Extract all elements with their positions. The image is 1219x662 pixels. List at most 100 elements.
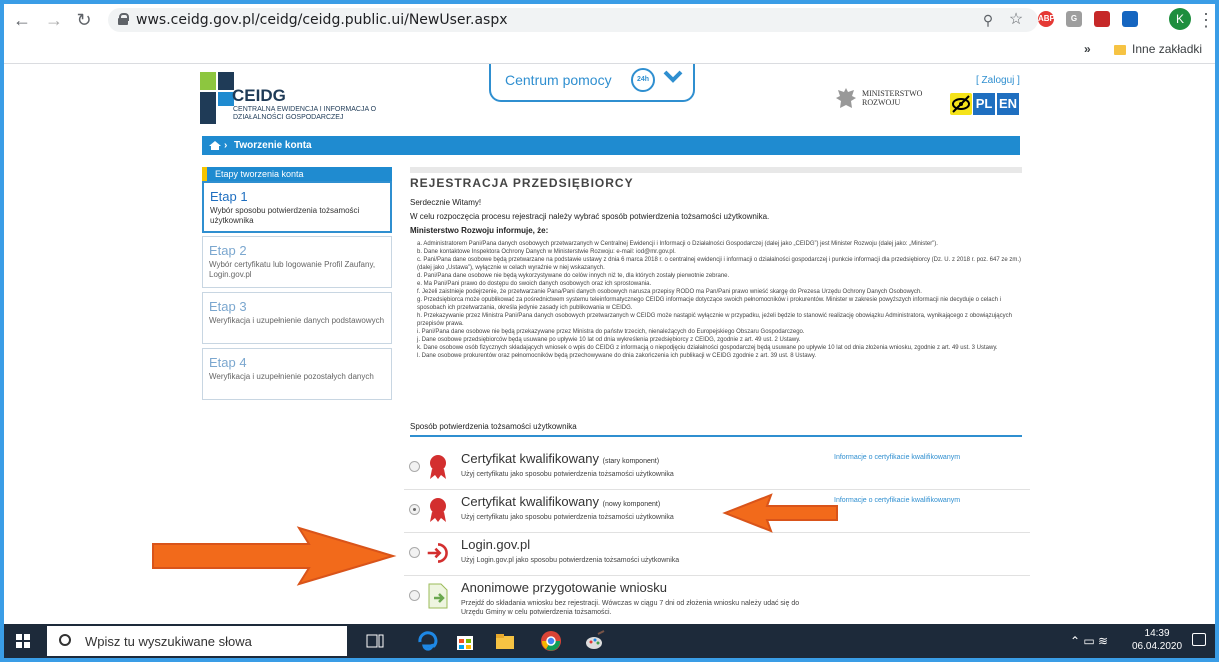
step-1: Etap 1 Wybór sposobu potwierdzenia tożsa… — [202, 181, 392, 233]
forward-icon[interactable]: → — [42, 8, 66, 32]
section-title: Sposób potwierdzenia tożsamości użytkown… — [410, 422, 577, 431]
screenshot-extension-icon[interactable] — [1122, 11, 1138, 27]
windows-start-icon[interactable] — [16, 634, 30, 648]
list-item: j. Dane osobowe przedsiębiorców będą usu… — [417, 337, 801, 343]
taskbar-search-input[interactable]: Wpisz tu wyszukiwane słowa — [47, 626, 347, 656]
option-desc: Przejdź do składania wniosku bez rejestr… — [461, 600, 800, 616]
paint-app-icon[interactable] — [584, 630, 606, 652]
ceidg-logo-icon — [200, 72, 234, 124]
option-radio[interactable] — [409, 547, 420, 558]
list-item: k. Dane osobowe osób fizycznych składają… — [417, 345, 998, 351]
login-link[interactable]: [ Zaloguj ] — [976, 75, 1020, 86]
breadcrumb: › Tworzenie konta — [202, 136, 1020, 155]
url-text: wws.ceidg.gov.pl/ceidg/ceidg.public.ui/N… — [136, 12, 508, 28]
option-radio[interactable] — [409, 590, 420, 601]
step-title: Etap 1 — [210, 189, 248, 204]
option-desc: Użyj certyfikatu jako sposobu potwierdze… — [461, 471, 674, 478]
certificate-ribbon-icon — [430, 455, 446, 479]
lock-icon — [118, 13, 129, 25]
lang-en-button[interactable]: EN — [997, 93, 1019, 115]
breadcrumb-separator-icon: › — [224, 140, 228, 151]
bookmark-star-icon[interactable]: ☆ — [1004, 8, 1028, 32]
file-explorer-icon[interactable] — [494, 630, 516, 652]
help-center-button[interactable]: Centrum pomocy 24h — [489, 64, 695, 102]
content-top-bar — [410, 167, 1022, 173]
option-certificate-new[interactable]: Certyfikat kwalifikowany (nowy komponent… — [404, 491, 1030, 533]
menu-icon[interactable]: ⋮ — [1194, 8, 1215, 32]
screenshot-frame: ← → ↻ wws.ceidg.gov.pl/ceidg/ceidg.publi… — [4, 4, 1215, 658]
folder-icon — [1114, 44, 1127, 55]
option-name: Anonimowe przygotowanie wniosku — [461, 580, 667, 595]
adblock-extension-icon[interactable]: ABP — [1038, 11, 1055, 27]
login-arrow-icon — [427, 543, 448, 563]
option-name: Certyfikat kwalifikowany (nowy komponent… — [461, 494, 661, 509]
intro-text: W celu rozpoczęcia procesu rejestracji n… — [410, 212, 770, 221]
search-placeholder: Wpisz tu wyszukiwane słowa — [85, 634, 252, 649]
back-icon[interactable]: ← — [10, 8, 34, 32]
step-desc: Weryfikacja i uzupełnienie danych podsta… — [209, 316, 385, 325]
help-center-label: Centrum pomocy — [505, 72, 612, 88]
reload-icon[interactable]: ↻ — [72, 8, 96, 32]
greeting-text: Serdecznie Witamy! — [410, 198, 482, 207]
option-login-gov[interactable]: Login.gov.pl Użyj Login.gov.pl jako spos… — [404, 534, 1030, 576]
search-icon — [59, 634, 71, 646]
windows-taskbar: Wpisz tu wyszukiwane słowa ⌃ ▭ ≋ 14:39 0… — [4, 624, 1215, 658]
certificate-info-link[interactable]: Informacje o certyfikacie kwalifikowanym — [834, 497, 960, 504]
24h-badge-icon: 24h — [631, 68, 655, 92]
home-icon[interactable] — [208, 140, 222, 151]
store-icon[interactable] — [454, 630, 476, 652]
list-item: a. Administratorem Pani/Pana danych osob… — [417, 241, 938, 247]
system-tray-icons[interactable]: ⌃ ▭ ≋ — [1070, 634, 1108, 648]
lang-pl-button[interactable]: PL — [973, 93, 995, 115]
pdf-extension-icon[interactable] — [1094, 11, 1110, 27]
option-radio-selected[interactable] — [409, 504, 420, 515]
list-item: g. Przedsiębiorca może opublikować za po… — [417, 297, 1001, 311]
clock-date: 06.04.2020 — [1132, 641, 1183, 652]
list-item: c. Pani/Pana dane osobowe będą przetwarz… — [417, 257, 1021, 271]
annotation-arrow-left-icon — [722, 493, 838, 533]
list-item: h. Przekazywanie przez Ministra Pani/Pan… — [417, 313, 1012, 327]
list-item: d. Pani/Pana dane osobowe nie będą wykor… — [417, 273, 730, 279]
list-item: l. Dane osobowe prokurentów oraz pełnomo… — [417, 353, 817, 359]
page-content: CEIDG CENTRALNA EWIDENCJA I INFORMACJA O… — [4, 64, 1215, 624]
document-arrow-icon — [428, 583, 448, 609]
bookmarks-overflow-icon[interactable]: » — [1084, 42, 1091, 56]
option-desc: Użyj Login.gov.pl jako sposobu potwierdz… — [461, 557, 680, 564]
step-4: Etap 4 Weryfikacja i uzupełnienie pozost… — [202, 348, 392, 400]
option-radio[interactable] — [409, 461, 420, 472]
breadcrumb-current: Tworzenie konta — [234, 140, 312, 151]
zoom-icon[interactable]: ⚲ — [976, 8, 1000, 32]
clock-time: 14:39 — [1144, 628, 1170, 639]
edge-browser-icon[interactable] — [416, 630, 438, 652]
accessibility-icon[interactable] — [950, 93, 972, 115]
system-clock[interactable]: 14:39 06.04.2020 — [1132, 627, 1182, 653]
profile-avatar[interactable]: K — [1169, 8, 1191, 30]
option-anonymous[interactable]: Anonimowe przygotowanie wniosku Przejdź … — [404, 577, 1030, 624]
page-title: REJESTRACJA PRZEDSIĘBIORCY — [410, 176, 634, 190]
notification-center-icon[interactable] — [1192, 633, 1206, 646]
brand-name: CEIDG — [232, 86, 286, 105]
address-bar[interactable]: wws.ceidg.gov.pl/ceidg/ceidg.public.ui/N… — [108, 8, 1038, 32]
chevron-down-icon — [663, 70, 683, 83]
brand-subtitle: CENTRALNA EWIDENCJA I INFORMACJA O DZIAŁ… — [233, 106, 377, 121]
section-divider — [410, 435, 1022, 437]
step-3: Etap 3 Weryfikacja i uzupełnienie danych… — [202, 292, 392, 344]
step-desc: Weryfikacja i uzupełnienie pozostałych d… — [209, 372, 374, 381]
step-title: Etap 3 — [209, 299, 247, 314]
annotation-arrow-right-icon — [152, 526, 397, 586]
list-item: e. Ma Pani/Pani prawo do dostępu do swoi… — [417, 281, 652, 287]
other-bookmarks-link[interactable]: Inne zakładki — [1132, 42, 1202, 56]
chrome-browser-icon[interactable] — [540, 630, 562, 652]
option-name: Login.gov.pl — [461, 537, 531, 552]
google-extension-icon[interactable]: G — [1066, 11, 1082, 27]
list-item: b. Dane kontaktowe Inspektora Ochrony Da… — [417, 249, 676, 255]
step-title: Etap 4 — [209, 355, 247, 370]
ministry-informs-heading: Ministerstwo Rozwoju informuje, że: — [410, 226, 549, 235]
task-view-icon[interactable] — [364, 630, 386, 652]
browser-chrome: ← → ↻ wws.ceidg.gov.pl/ceidg/ceidg.publi… — [4, 4, 1215, 64]
step-2: Etap 2 Wybór certyfikatu lub logowanie P… — [202, 236, 392, 288]
bookmarks-bar: » Inne zakładki — [1084, 42, 1202, 56]
option-certificate-old[interactable]: Certyfikat kwalifikowany (stary komponen… — [404, 448, 1030, 490]
step-desc: Wybór sposobu potwierdzenia tożsamości u… — [210, 206, 360, 225]
certificate-info-link[interactable]: Informacje o certyfikacie kwalifikowanym — [834, 454, 960, 461]
